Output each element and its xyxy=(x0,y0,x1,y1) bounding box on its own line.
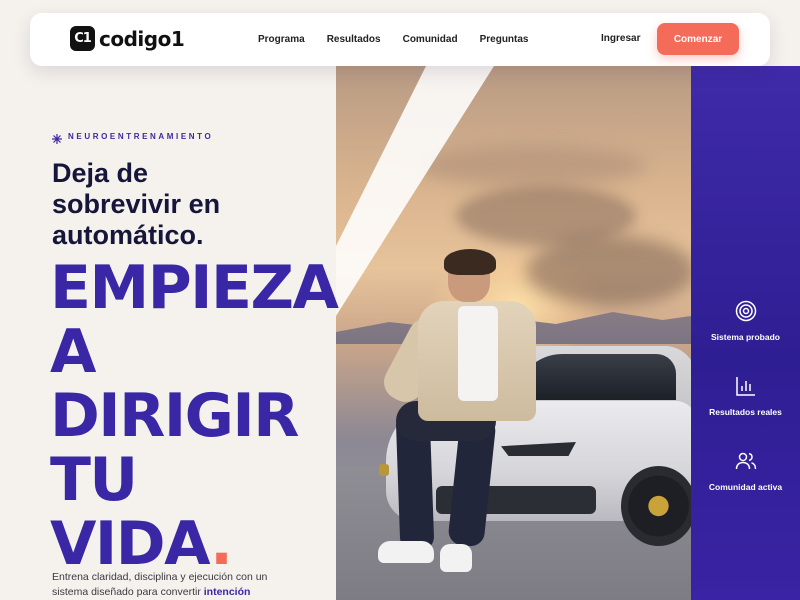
logo-mark-icon: C1 xyxy=(70,26,95,51)
target-icon xyxy=(735,300,757,322)
start-button[interactable]: Comenzar xyxy=(657,23,739,55)
highlight-word: intención xyxy=(203,586,251,598)
feature-sistema-probado: Sistema probado xyxy=(691,300,800,342)
nav-link-resultados[interactable]: Resultados xyxy=(327,34,381,45)
top-navbar: C1 codigo1 Programa Resultados Comunidad… xyxy=(30,13,770,66)
hero-subheading: Deja de sobrevivir en automático. xyxy=(52,158,221,250)
users-icon xyxy=(735,450,757,472)
brand-name: codigo1 xyxy=(99,26,185,51)
accent-dot: . xyxy=(210,509,233,579)
eyebrow-text: NEUROENTRENAMIENTO xyxy=(68,131,214,141)
brand-logo[interactable]: C1 codigo1 xyxy=(70,26,185,51)
features-panel: Sistema probado Resultados reales Comuni… xyxy=(691,66,800,600)
sparkle-icon xyxy=(52,131,62,144)
main-nav: Programa Resultados Comunidad Preguntas xyxy=(258,13,551,66)
nav-link-comunidad[interactable]: Comunidad xyxy=(403,34,458,45)
feature-comunidad-activa: Comunidad activa xyxy=(691,450,800,492)
eyebrow: NEUROENTRENAMIENTO xyxy=(52,131,214,144)
login-link[interactable]: Ingresar xyxy=(601,33,640,44)
hero-headline: EMPIEZA A DIRIGIR TU VIDA. xyxy=(50,253,339,579)
car-wheel xyxy=(621,466,691,546)
bar-chart-icon xyxy=(735,375,757,397)
hero-description: Entrena claridad, disciplina y ejecución… xyxy=(52,571,268,598)
feature-resultados-reales: Resultados reales xyxy=(691,375,800,417)
nav-link-programa[interactable]: Programa xyxy=(258,34,305,45)
nav-link-preguntas[interactable]: Preguntas xyxy=(480,34,529,45)
